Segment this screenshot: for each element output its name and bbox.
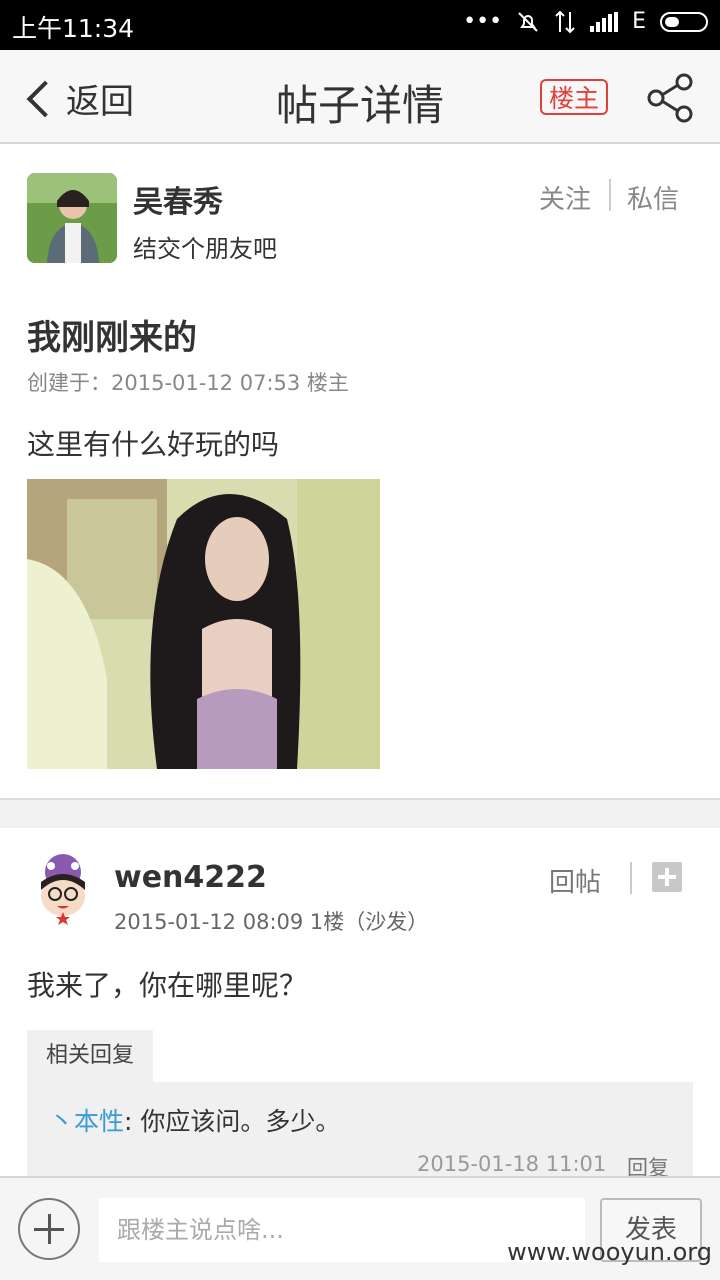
- watermark: www.wooyun.org: [507, 1238, 712, 1266]
- post-image[interactable]: [27, 479, 380, 769]
- signal-icon: [590, 11, 619, 32]
- network-type: E: [632, 9, 646, 34]
- owner-only-button[interactable]: 楼主: [540, 79, 608, 115]
- post-meta: 创建于：2015-01-12 07:53 楼主: [27, 371, 349, 395]
- author-signature: 结交个朋友吧: [133, 235, 277, 263]
- related-reply-text: 你应该问。多少。: [140, 1107, 341, 1136]
- status-bar: 上午11:34 ••• E: [0, 0, 720, 50]
- add-attachment-button[interactable]: [18, 1198, 80, 1260]
- related-reply-line: 丶本性: 你应该问。多少。: [49, 1102, 340, 1138]
- reply-item: wen4222 2015-01-12 08:09 1楼（沙发） 回帖 我来了，你…: [27, 850, 693, 1182]
- plus-icon[interactable]: [652, 862, 682, 892]
- reply-to-post-button[interactable]: 回帖: [549, 862, 601, 899]
- author-avatar[interactable]: [27, 173, 117, 263]
- divider: [630, 862, 632, 894]
- reply-username[interactable]: wen4222: [114, 860, 267, 895]
- reply-meta: 2015-01-12 08:09 1楼（沙发）: [114, 910, 429, 934]
- post-body: 这里有什么好玩的吗: [27, 428, 280, 461]
- reply-avatar[interactable]: [27, 850, 99, 926]
- author-photo: [27, 173, 117, 263]
- post-photo-art: [27, 479, 380, 769]
- share-icon[interactable]: [644, 72, 696, 124]
- related-reply-time: 2015-01-18 11:01: [417, 1152, 607, 1176]
- nav-bar: 返回 帖子详情 楼主: [0, 50, 720, 144]
- related-replies: 丶本性: 你应该问。多少。 2015-01-18 11:01 回复: [27, 1082, 693, 1182]
- post-title: 我刚刚来的: [27, 318, 197, 358]
- reply-text: 我来了，你在哪里呢？: [27, 969, 308, 1002]
- data-transfer-icon: [555, 10, 575, 33]
- post-author: 吴春秀 结交个朋友吧 关注 私信: [27, 173, 693, 265]
- section-separator: [0, 798, 720, 828]
- related-replies-tab: 相关回复: [27, 1030, 153, 1082]
- mute-bell-icon: [518, 11, 538, 32]
- status-icons: ••• E: [463, 9, 708, 34]
- author-name[interactable]: 吴春秀: [133, 177, 223, 221]
- related-reply-author[interactable]: 丶本性: [49, 1107, 124, 1136]
- battery-icon: [660, 11, 708, 32]
- private-message-button[interactable]: 私信: [627, 179, 679, 216]
- related-reply-separator: :: [124, 1107, 141, 1136]
- status-time: 上午11:34: [12, 14, 135, 43]
- more-dots-icon: •••: [463, 9, 503, 34]
- divider: [609, 179, 611, 211]
- follow-button[interactable]: 关注: [539, 179, 591, 216]
- page-title: 帖子详情: [275, 81, 444, 130]
